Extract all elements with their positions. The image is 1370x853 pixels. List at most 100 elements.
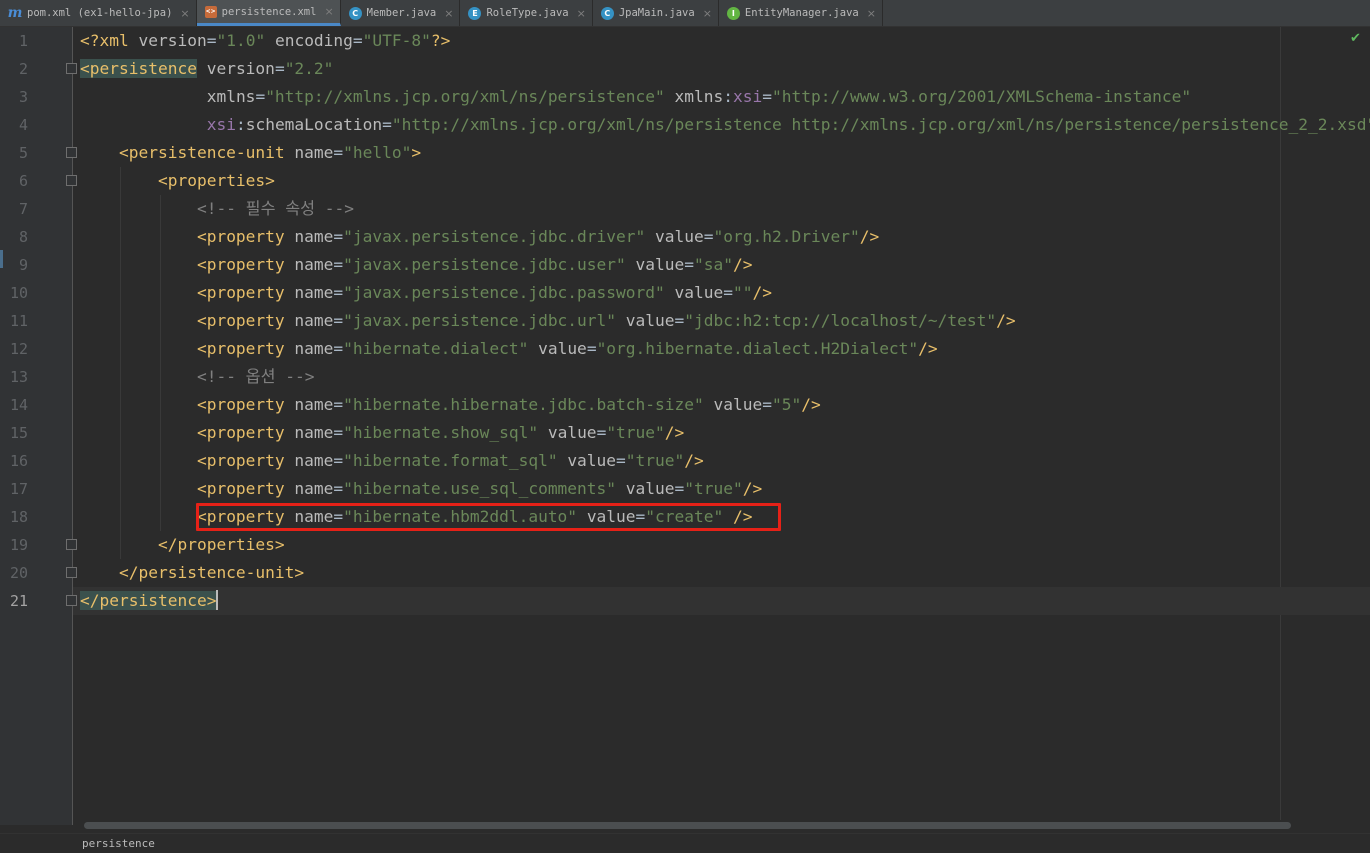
- close-icon[interactable]: ×: [577, 7, 586, 20]
- code-token: <property: [196, 339, 295, 358]
- code-line[interactable]: <!-- 필수 속성 -->: [80, 195, 354, 223]
- tab-label: persistence.xml: [221, 5, 317, 18]
- code-token: "true": [606, 423, 665, 442]
- fold-marker-icon[interactable]: [66, 147, 77, 158]
- tab-entitymanager-java[interactable]: I EntityManager.java ×: [719, 0, 883, 26]
- code-line[interactable]: <property name="hibernate.dialect" value…: [80, 335, 938, 363]
- code-line[interactable]: <property name="hibernate.use_sql_commen…: [80, 475, 762, 503]
- editor-tab-bar: m pom.xml (ex1-hello-jpa) × <> persistence.x…: [0, 0, 1370, 27]
- code-line[interactable]: </persistence>: [80, 587, 219, 615]
- code-token: "2.2": [284, 59, 334, 78]
- horizontal-scrollbar[interactable]: [80, 820, 1370, 831]
- code-token: />: [742, 479, 763, 498]
- code-token: <property: [196, 395, 295, 414]
- close-icon[interactable]: ×: [703, 7, 712, 20]
- code-token: "http://xmlns.jcp.org/xml/ns/persistence…: [265, 87, 665, 106]
- code-line[interactable]: <properties>: [80, 167, 275, 195]
- line-number: 5: [18, 144, 28, 162]
- code-token: =: [352, 31, 363, 50]
- code-line[interactable]: <?xml version="1.0" encoding="UTF-8"?>: [80, 27, 450, 55]
- code-token: =: [674, 479, 685, 498]
- code-token: "5": [771, 395, 802, 414]
- fold-marker-icon[interactable]: [66, 595, 77, 606]
- code-token: =: [333, 339, 344, 358]
- fold-marker-icon[interactable]: [66, 567, 77, 578]
- code-token: name: [294, 255, 334, 274]
- code-line[interactable]: <property name = "javax.persistence.jdbc.d…: [80, 223, 879, 251]
- code-line[interactable]: xsi:schemaLocation="http://xmlns.jcp.org…: [80, 111, 1370, 139]
- code-line[interactable]: <property name="hibernate.hibernate.jdbc…: [80, 391, 821, 419]
- close-icon[interactable]: ×: [180, 7, 189, 20]
- code-token: value: [713, 395, 763, 414]
- code-token: "hello": [343, 143, 412, 162]
- code-token: =: [255, 87, 266, 106]
- tab-label: Member.java: [366, 7, 437, 19]
- code-line[interactable]: <property name="javax.persistence.jdbc.u…: [80, 307, 1016, 335]
- code-token: ?>: [430, 31, 451, 50]
- code-line[interactable]: <property name="hibernate.format_sql" va…: [80, 447, 704, 475]
- code-token: =: [596, 423, 607, 442]
- code-token: =: [333, 311, 344, 330]
- code-token: </persistence-unit>: [118, 563, 305, 582]
- code-token: "jdbc:h2:tcp://localhost/~/test": [684, 311, 997, 330]
- scrollbar-thumb[interactable]: [84, 822, 1291, 829]
- inspection-ok-icon[interactable]: ✔: [1350, 31, 1361, 46]
- code-token: "javax.persistence.jdbc.url": [343, 311, 617, 330]
- code-token: <property: [196, 311, 295, 330]
- code-token: =: [703, 227, 714, 246]
- code-token: =: [333, 255, 344, 274]
- code-line[interactable]: <property name="javax.persistence.jdbc.u…: [80, 251, 753, 279]
- code-token: :: [723, 87, 733, 106]
- code-line[interactable]: </persistence-unit>: [80, 559, 304, 587]
- close-icon[interactable]: ×: [867, 7, 876, 20]
- breadcrumb-item[interactable]: persistence: [82, 837, 155, 850]
- fold-marker-icon[interactable]: [66, 63, 77, 74]
- line-number: 18: [9, 508, 28, 526]
- tab-roletype-java[interactable]: E RoleType.java ×: [460, 0, 593, 26]
- code-line[interactable]: <persistence version="2.2": [80, 55, 333, 83]
- code-token: "true": [625, 451, 685, 470]
- tab-pom-xml[interactable]: m pom.xml (ex1-hello-jpa) ×: [0, 0, 197, 26]
- tab-jpamain-java[interactable]: C JpaMain.java ×: [593, 0, 719, 26]
- fold-marker-icon[interactable]: [66, 175, 77, 186]
- fold-marker-icon[interactable]: [66, 539, 77, 550]
- code-line[interactable]: <!-- 옵션 -->: [80, 363, 315, 391]
- code-token: name: [294, 227, 334, 246]
- code-token: "javax.persistence.jdbc.driver": [343, 227, 646, 246]
- code-line[interactable]: </properties>: [80, 531, 285, 559]
- enum-icon: E: [468, 6, 482, 20]
- tab-persistence-xml[interactable]: <> persistence.xml ×: [196, 0, 341, 26]
- code-token: value: [625, 311, 675, 330]
- code-token: />: [996, 311, 1016, 330]
- code-line[interactable]: <property name="hibernate.show_sql" valu…: [80, 419, 684, 447]
- line-number: 11: [9, 312, 28, 330]
- code-token: xsi: [206, 115, 236, 134]
- close-icon[interactable]: ×: [324, 5, 333, 18]
- code-line[interactable]: <property name="javax.persistence.jdbc.p…: [80, 279, 772, 307]
- tab-member-java[interactable]: C Member.java ×: [341, 0, 461, 26]
- code-token: value: [625, 479, 675, 498]
- maven-icon: m: [7, 5, 23, 21]
- close-icon[interactable]: ×: [444, 7, 453, 20]
- code-token: />: [752, 283, 773, 302]
- code-token: =: [674, 311, 685, 330]
- code-token: <property: [196, 227, 295, 246]
- code-token: :: [235, 115, 246, 134]
- code-line[interactable]: xmlns="http://xmlns.jcp.org/xml/ns/persi…: [80, 83, 1191, 111]
- code-line[interactable]: <persistence-unit name="hello">: [80, 139, 421, 167]
- xml-file-icon: <>: [204, 5, 217, 18]
